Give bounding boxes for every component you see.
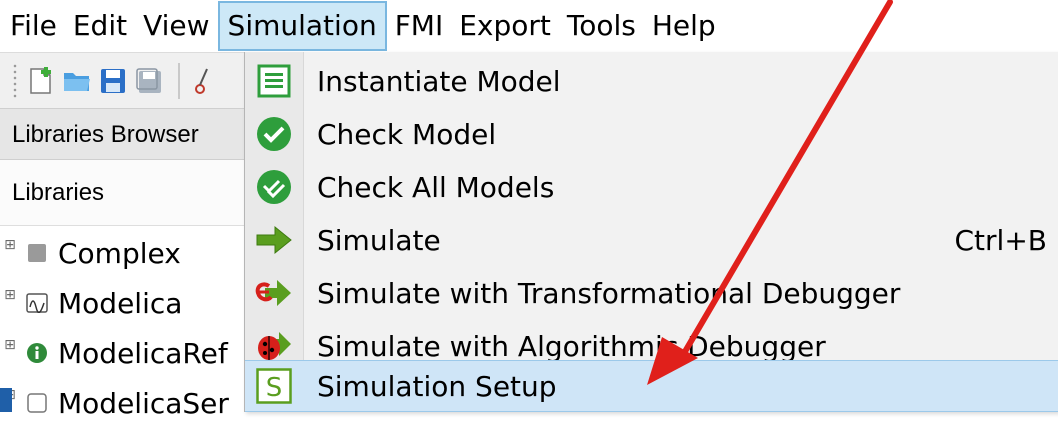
menu-item-simulate[interactable]: Simulate Ctrl+B [245, 214, 1058, 266]
menu-item-instantiate-model[interactable]: Instantiate Model [245, 55, 1058, 107]
expand-icon[interactable]: ⊞ [2, 337, 18, 353]
menu-export[interactable]: Export [451, 1, 559, 51]
package-icon [26, 392, 48, 414]
modelica-icon [26, 292, 48, 314]
menu-item-label: Simulate [317, 223, 441, 257]
tree-item-label: ModelicaRef [58, 336, 228, 370]
menu-item-shortcut: Ctrl+B [954, 223, 1048, 257]
save-icon[interactable] [98, 64, 128, 98]
expand-icon[interactable]: ⊞ [2, 237, 18, 253]
menu-item-simulation-setup[interactable]: S Simulation Setup [245, 360, 1058, 412]
menu-item-label: Simulate with Transformational Debugger [317, 276, 901, 310]
svg-text:S: S [266, 373, 283, 403]
expand-icon[interactable]: ⊞ [2, 287, 18, 303]
tree-item-label: Modelica [58, 286, 183, 320]
tree-item-label: Complex [58, 236, 181, 270]
simulate-arrow-icon [255, 221, 293, 259]
tree-item-modelica[interactable]: ⊞ Modelica [0, 278, 245, 328]
new-file-icon[interactable] [26, 64, 56, 98]
menu-item-label: Check Model [317, 117, 497, 151]
menu-item-check-all-models[interactable]: Check All Models [245, 161, 1058, 213]
window-edge-strip [0, 388, 12, 412]
save-all-icon[interactable] [134, 64, 164, 98]
check-all-models-icon [255, 168, 293, 206]
info-icon [26, 342, 48, 364]
transformational-debugger-icon [255, 274, 293, 312]
simulation-setup-icon: S [255, 367, 293, 405]
tree-item-modelicaref[interactable]: ⊞ ModelicaRef [0, 328, 245, 378]
instantiate-model-icon [255, 62, 293, 100]
menu-item-check-model[interactable]: Check Model [245, 108, 1058, 160]
complex-icon [26, 242, 48, 264]
menu-item-label: Simulate with Algorithmic Debugger [317, 329, 826, 363]
menu-tools[interactable]: Tools [559, 1, 644, 51]
tree-item-modelicaser[interactable]: ⊞ ModelicaSer [0, 378, 245, 428]
menu-simulation[interactable]: Simulation [217, 1, 387, 51]
menu-item-label: Instantiate Model [317, 64, 561, 98]
toolbar-separator [178, 63, 180, 99]
libraries-browser-title[interactable]: Libraries Browser [0, 108, 245, 160]
menu-bar: File Edit View Simulation FMI Export Too… [0, 0, 1058, 52]
check-model-icon [255, 115, 293, 153]
libraries-header: Libraries [0, 160, 245, 226]
menu-edit[interactable]: Edit [65, 1, 135, 51]
tree-item-complex[interactable]: ⊞ Complex [0, 228, 245, 278]
tree-item-label: ModelicaSer [58, 386, 229, 420]
libraries-tree: ⊞ Complex ⊞ Modelica ⊞ ModelicaRef ⊞ Mod… [0, 228, 245, 428]
simulation-menu: Instantiate Model Check Model Check All … [244, 52, 1058, 412]
menu-view[interactable]: View [135, 1, 217, 51]
cut-icon[interactable] [188, 64, 218, 98]
menu-help[interactable]: Help [644, 1, 724, 51]
menu-item-simulate-transformational-debugger[interactable]: Simulate with Transformational Debugger [245, 267, 1058, 319]
menu-fmi[interactable]: FMI [387, 1, 452, 51]
open-folder-icon[interactable] [62, 64, 92, 98]
toolbar [0, 52, 245, 109]
toolbar-grip[interactable] [12, 63, 18, 99]
menu-file[interactable]: File [0, 1, 65, 51]
menu-item-label: Simulation Setup [317, 369, 557, 403]
menu-item-label: Check All Models [317, 170, 555, 204]
